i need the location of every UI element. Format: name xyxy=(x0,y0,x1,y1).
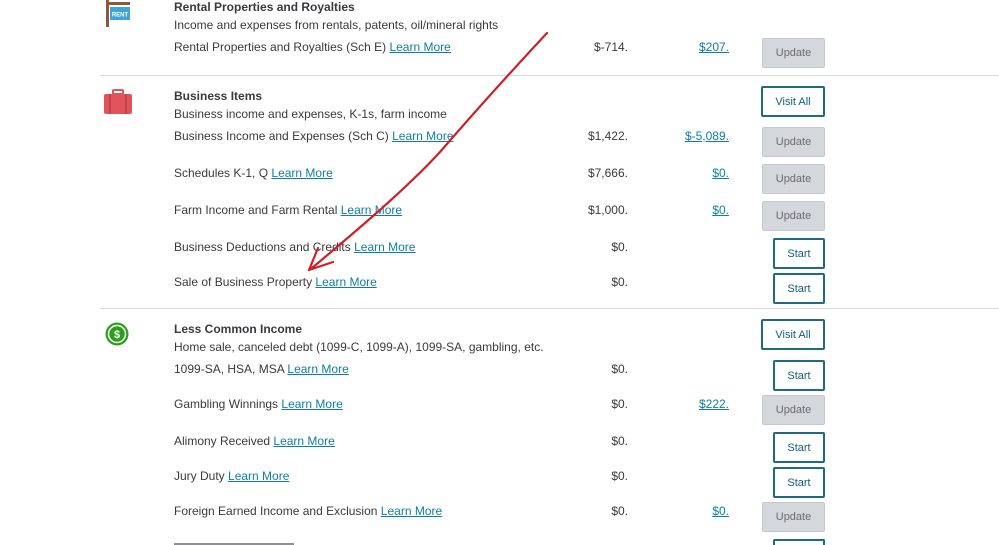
list-item-label: Business Deductions and Credits Learn Mo… xyxy=(174,240,416,254)
red-arrow-annotation xyxy=(307,31,549,272)
list-item-label: Business Income and Expenses (Sch C) Lea… xyxy=(174,129,454,143)
amount-value: $1,000. xyxy=(587,203,628,217)
update-button[interactable]: Update xyxy=(762,502,825,532)
start-button[interactable]: Start xyxy=(773,273,825,304)
amount-link[interactable]: $0. xyxy=(659,203,729,217)
list-item-label: Rental Properties and Royalties (Sch E) … xyxy=(174,40,451,54)
list-item-cutoff xyxy=(174,540,384,545)
rent-sign-text: RENT xyxy=(112,13,129,19)
amount-value: $0. xyxy=(611,434,628,448)
learn-more-link[interactable]: Learn More xyxy=(341,203,402,217)
learn-more-link[interactable]: Learn More xyxy=(228,469,289,483)
section-title-rental: Rental Properties and Royalties xyxy=(174,0,355,14)
briefcase-icon xyxy=(104,88,132,116)
amount-value: $7,666. xyxy=(587,166,628,180)
learn-more-link[interactable]: Learn More xyxy=(389,40,450,54)
section-subtitle-less-common: Home sale, canceled debt (1099-C, 1099-A… xyxy=(174,340,544,354)
amount-link[interactable]: $222. xyxy=(659,397,729,411)
list-item-label: Gambling Winnings Learn More xyxy=(174,397,343,411)
section-subtitle-rental: Income and expenses from rentals, patent… xyxy=(174,18,499,32)
section-title-less-common: Less Common Income xyxy=(174,322,303,336)
section-divider xyxy=(100,308,999,309)
learn-more-link[interactable]: Learn More xyxy=(271,166,332,180)
amount-link[interactable]: $0. xyxy=(659,166,729,180)
amount-link[interactable]: $0. xyxy=(659,504,729,518)
dollar-coin-icon: $ xyxy=(105,322,129,346)
start-button[interactable]: Start xyxy=(773,467,825,498)
list-item-label: Farm Income and Farm Rental Learn More xyxy=(174,203,403,217)
visit-all-button[interactable]: Visit All xyxy=(761,86,825,117)
learn-more-link[interactable]: Learn More xyxy=(287,362,348,376)
start-button[interactable]: Start xyxy=(773,238,825,269)
amount-value: $0. xyxy=(611,397,628,411)
list-item-label: 1099-SA, HSA, MSA Learn More xyxy=(174,362,349,376)
update-button[interactable]: Update xyxy=(762,395,825,425)
section-divider xyxy=(100,75,999,76)
amount-value: $-714. xyxy=(593,40,628,54)
update-button[interactable]: Update xyxy=(762,127,825,157)
start-button[interactable]: Start xyxy=(773,360,825,391)
amount-value: $0. xyxy=(611,240,628,254)
update-button[interactable]: Update xyxy=(762,164,825,194)
amount-value: $0. xyxy=(611,504,628,518)
dollar-coin-text: $ xyxy=(114,329,120,341)
learn-more-link[interactable]: Learn More xyxy=(354,240,415,254)
list-item-label: Foreign Earned Income and Exclusion Lear… xyxy=(174,504,443,518)
list-item-label: Alimony Received Learn More xyxy=(174,434,335,448)
rent-sign-icon: RENT xyxy=(104,0,132,28)
amount-value: $0. xyxy=(611,275,628,289)
start-button[interactable]: Start xyxy=(773,432,825,463)
learn-more-link[interactable]: Learn More xyxy=(315,275,376,289)
amount-link[interactable]: $207. xyxy=(659,40,729,54)
section-title-business: Business Items xyxy=(174,89,263,103)
amount-value: $1,422. xyxy=(587,129,628,143)
list-item-label: Schedules K-1, Q Learn More xyxy=(174,166,333,180)
list-item-label: Sale of Business Property Learn More xyxy=(174,275,377,289)
learn-more-link[interactable]: Learn More xyxy=(392,129,453,143)
visit-all-button[interactable]: Visit All xyxy=(761,319,825,350)
start-button-cutoff[interactable] xyxy=(773,539,825,545)
learn-more-link[interactable]: Learn More xyxy=(381,504,442,518)
amount-value: $0. xyxy=(611,469,628,483)
update-button[interactable]: Update xyxy=(762,38,825,68)
amount-value: $0. xyxy=(611,362,628,376)
section-subtitle-business: Business income and expenses, K-1s, farm… xyxy=(174,107,447,121)
learn-more-link[interactable]: Learn More xyxy=(273,434,334,448)
learn-more-link[interactable]: Learn More xyxy=(281,397,342,411)
update-button[interactable]: Update xyxy=(762,201,825,231)
amount-link[interactable]: $-5,089. xyxy=(659,129,729,143)
list-item-label: Jury Duty Learn More xyxy=(174,469,290,483)
